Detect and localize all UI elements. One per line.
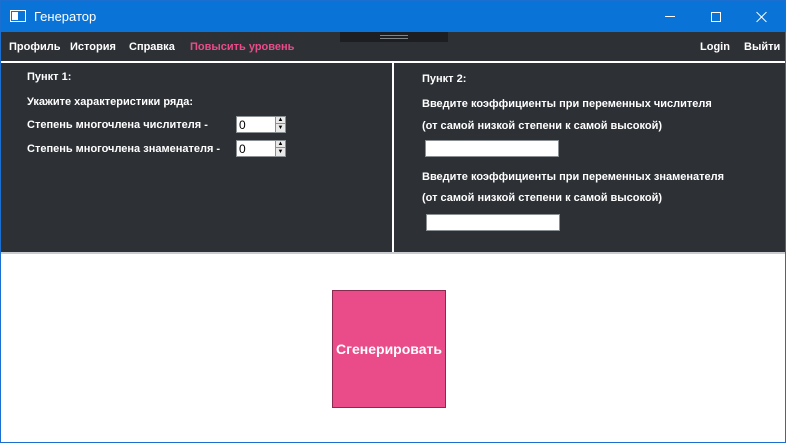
stepper-arrows[interactable]: ▲ ▼ bbox=[275, 141, 285, 156]
menu-upgrade[interactable]: Повысить уровень bbox=[190, 41, 294, 53]
menu-login[interactable]: Login bbox=[700, 41, 730, 53]
close-button[interactable] bbox=[739, 1, 785, 32]
app-window-icon bbox=[10, 10, 26, 22]
minimize-icon bbox=[665, 16, 675, 17]
maximize-button[interactable] bbox=[693, 1, 739, 32]
title-bar[interactable]: Генератор bbox=[1, 1, 785, 32]
numerator-coeffs-input[interactable] bbox=[425, 140, 559, 157]
menu-history[interactable]: История bbox=[70, 41, 116, 53]
denominator-degree-label: Степень многочлена знаменателя - bbox=[27, 143, 221, 155]
drag-handle[interactable] bbox=[340, 32, 448, 42]
denominator-coeffs-prompt: Введите коэффициенты при переменных знам… bbox=[422, 171, 725, 183]
app-window: Генератор Профиль История Справка Повыси… bbox=[0, 0, 786, 443]
numerator-coeffs-prompt: Введите коэффициенты при переменных числ… bbox=[422, 98, 712, 110]
menu-logout[interactable]: Выйти bbox=[744, 41, 780, 53]
menu-profile[interactable]: Профиль bbox=[9, 41, 60, 53]
denominator-coeffs-hint: (от самой низкой степени к самой высокой… bbox=[422, 192, 663, 204]
step2-heading: Пункт 2: bbox=[422, 73, 467, 85]
panel-bottom-border bbox=[1, 252, 785, 254]
decrement-arrow-icon[interactable]: ▼ bbox=[276, 125, 285, 132]
close-icon bbox=[756, 11, 768, 23]
increment-arrow-icon[interactable]: ▲ bbox=[276, 117, 285, 124]
window-title: Генератор bbox=[34, 9, 97, 24]
coefficients-panel: Пункт 2: Введите коэффициенты при переме… bbox=[394, 63, 785, 252]
denominator-degree-value[interactable]: 0 bbox=[239, 142, 246, 156]
stepper-arrows[interactable]: ▲ ▼ bbox=[275, 117, 285, 132]
minimize-button[interactable] bbox=[647, 1, 693, 32]
menu-help[interactable]: Справка bbox=[129, 41, 175, 53]
numerator-coeffs-hint: (от самой низкой степени к самой высокой… bbox=[422, 120, 663, 132]
numerator-degree-value[interactable]: 0 bbox=[239, 118, 246, 132]
menu-bar: Профиль История Справка Повысить уровень… bbox=[1, 32, 785, 61]
denominator-coeffs-input[interactable] bbox=[426, 214, 560, 231]
denominator-degree-stepper[interactable]: 0 ▲ ▼ bbox=[236, 140, 286, 157]
step1-subheading: Укажите характеристики ряда: bbox=[27, 96, 194, 108]
numerator-degree-label: Степень многочлена числителя - bbox=[27, 119, 208, 131]
generate-button[interactable]: Сгенерировать bbox=[332, 290, 446, 408]
increment-arrow-icon[interactable]: ▲ bbox=[276, 141, 285, 148]
decrement-arrow-icon[interactable]: ▼ bbox=[276, 149, 285, 156]
maximize-icon bbox=[711, 11, 721, 22]
step1-heading: Пункт 1: bbox=[27, 71, 72, 83]
series-characteristics-panel: Пункт 1: Укажите характеристики ряда: Ст… bbox=[1, 63, 392, 252]
numerator-degree-stepper[interactable]: 0 ▲ ▼ bbox=[236, 116, 286, 133]
